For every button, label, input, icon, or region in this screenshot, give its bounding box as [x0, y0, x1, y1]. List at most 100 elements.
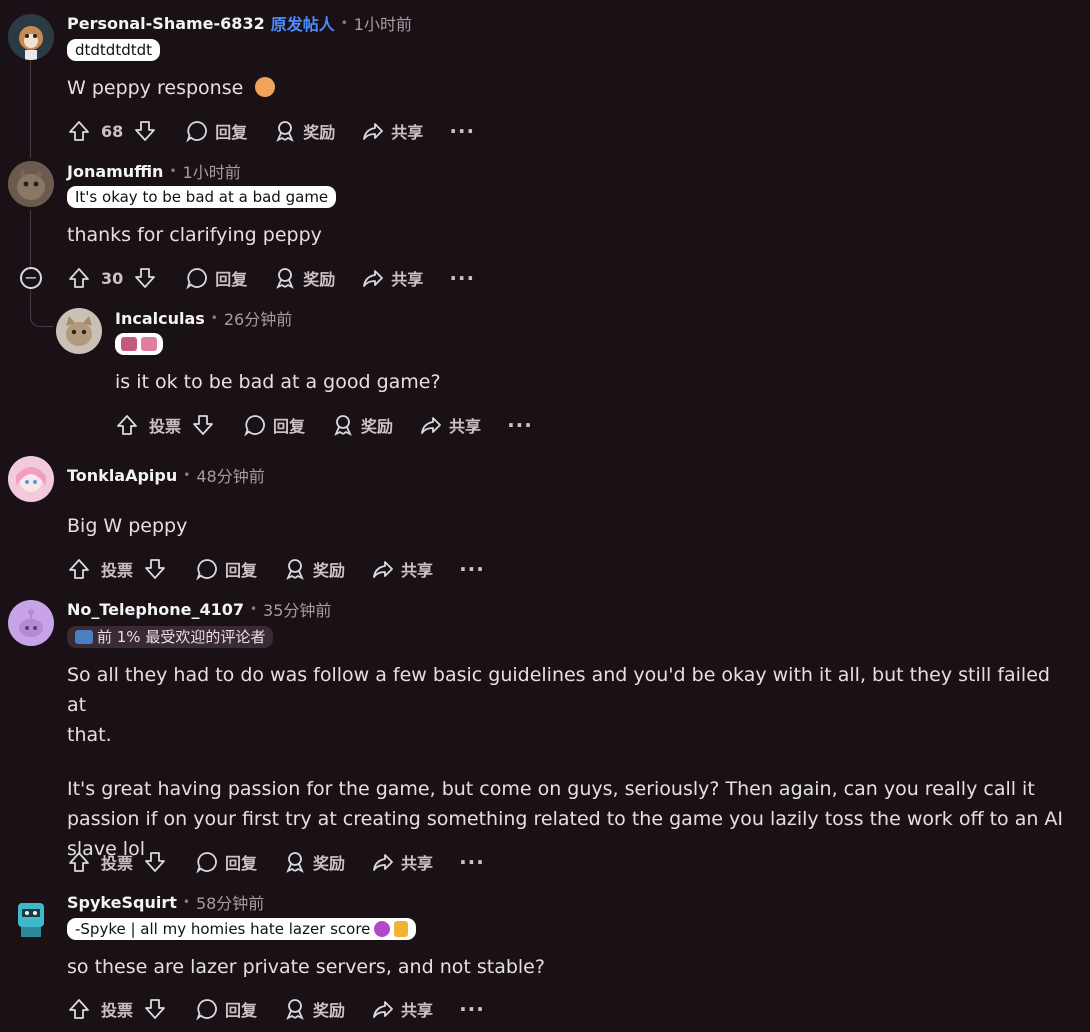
vote-label: 投票 — [101, 1001, 134, 1020]
award-icon — [276, 121, 295, 142]
award-button[interactable]: 奖励 — [283, 557, 345, 581]
separator-dot: • — [249, 602, 258, 616]
op-label: 原发帖人 — [270, 15, 335, 34]
collapse-thread-button[interactable]: − — [20, 267, 42, 289]
vote-group: 投票 — [67, 997, 167, 1021]
author-name[interactable]: Personal-Shame-6832 — [67, 14, 265, 33]
upvote-icon[interactable] — [67, 997, 91, 1021]
share-button[interactable]: 共享 — [371, 557, 433, 581]
comment-text-line: It's great having passion for the game, … — [67, 778, 1035, 800]
separator-dot: • — [183, 468, 191, 482]
downvote-icon[interactable] — [143, 997, 167, 1021]
share-button[interactable]: 共享 — [361, 266, 423, 290]
timestamp[interactable]: 26分钟前 — [224, 306, 292, 330]
timestamp[interactable]: 1小时前 — [183, 159, 241, 183]
timestamp[interactable]: 35分钟前 — [263, 597, 331, 621]
downvote-icon[interactable] — [191, 413, 215, 437]
separator-dot: • — [182, 895, 190, 909]
award-label: 奖励 — [303, 270, 336, 289]
comment-actions: 投票 回复 奖励 共享 ··· — [67, 847, 485, 877]
more-options-icon[interactable]: ··· — [449, 119, 475, 143]
reply-label: 回复 — [225, 1001, 258, 1020]
reply-button[interactable]: 回复 — [243, 413, 305, 437]
award-button[interactable]: 奖励 — [273, 266, 335, 290]
comment-actions: 68 回复 奖励 共享 ··· — [67, 116, 475, 146]
flair-text: 前 1% 最受欢迎的评论者 — [97, 628, 266, 646]
reply-button[interactable]: 回复 — [195, 850, 257, 874]
user-flair: 前 1% 最受欢迎的评论者 — [67, 626, 274, 648]
more-options-icon[interactable]: ··· — [449, 266, 475, 290]
award-button[interactable]: 奖励 — [273, 119, 335, 143]
comment-text: Big W peppy — [67, 515, 188, 537]
reply-button[interactable]: 回复 — [195, 997, 257, 1021]
vote-group: 投票 — [67, 557, 167, 581]
avatar[interactable] — [8, 600, 54, 646]
reply-label: 回复 — [215, 270, 248, 289]
comment-text: thanks for clarifying peppy — [67, 224, 322, 246]
avatar[interactable] — [56, 308, 102, 354]
grin-emoji-icon — [374, 921, 391, 937]
timestamp[interactable]: 48分钟前 — [196, 463, 264, 487]
award-button[interactable]: 奖励 — [283, 850, 345, 874]
more-options-icon[interactable]: ··· — [459, 850, 485, 874]
upvote-icon[interactable] — [67, 557, 91, 581]
downvote-icon[interactable] — [143, 850, 167, 874]
share-button[interactable]: 共享 — [371, 850, 433, 874]
user-flair: dtdtdtdtdt — [67, 39, 161, 61]
reply-label: 回复 — [215, 123, 248, 142]
share-icon — [373, 854, 393, 871]
upvote-icon[interactable] — [67, 850, 91, 874]
share-icon — [373, 1001, 393, 1018]
comment-bubble-icon — [186, 121, 208, 143]
user-flair: It's okay to be bad at a bad game — [67, 186, 337, 208]
downvote-icon[interactable] — [133, 266, 157, 290]
avatar[interactable] — [8, 14, 54, 60]
timestamp[interactable]: 58分钟前 — [196, 890, 264, 914]
reply-button[interactable]: 回复 — [185, 119, 247, 143]
vote-count: 30 — [101, 268, 124, 288]
author-name[interactable]: Jonamuffin — [67, 162, 163, 181]
upvote-icon[interactable] — [115, 413, 139, 437]
vote-label: 投票 — [101, 854, 134, 873]
upvote-icon[interactable] — [67, 119, 91, 143]
award-label: 奖励 — [313, 561, 346, 580]
comment-text-line: passion if on your first try at creating… — [67, 808, 1064, 830]
share-icon — [363, 123, 384, 140]
share-label: 共享 — [391, 123, 424, 142]
award-icon — [276, 268, 295, 289]
avatar[interactable] — [8, 893, 54, 939]
share-label: 共享 — [391, 270, 424, 289]
upvote-icon[interactable] — [67, 266, 91, 290]
reply-button[interactable]: 回复 — [185, 266, 247, 290]
share-label: 共享 — [401, 854, 434, 873]
avatar[interactable] — [8, 161, 54, 207]
author-name[interactable]: No_Telephone_4107 — [67, 600, 244, 619]
share-icon — [373, 561, 393, 578]
thumbs-up-icon — [394, 921, 409, 937]
downvote-icon[interactable] — [143, 557, 167, 581]
share-button[interactable]: 共享 — [371, 997, 433, 1021]
downvote-icon[interactable] — [133, 119, 157, 143]
more-options-icon[interactable]: ··· — [459, 997, 485, 1021]
award-button[interactable]: 奖励 — [331, 413, 393, 437]
share-label: 共享 — [401, 1001, 434, 1020]
flair-emoji-icon — [141, 337, 157, 351]
timestamp[interactable]: 1小时前 — [354, 11, 412, 35]
share-icon — [363, 270, 384, 287]
comment-bubble-icon — [196, 559, 217, 581]
author-name[interactable]: Incalculas — [115, 309, 205, 328]
more-options-icon[interactable]: ··· — [459, 557, 485, 581]
share-button[interactable]: 共享 — [361, 119, 423, 143]
comment-bubble-icon — [244, 415, 265, 437]
author-name[interactable]: SpykeSquirt — [67, 893, 177, 912]
reply-button[interactable]: 回复 — [195, 557, 257, 581]
award-button[interactable]: 奖励 — [283, 997, 345, 1021]
flair-emoji-icon — [121, 337, 137, 351]
avatar[interactable] — [8, 456, 54, 502]
author-name[interactable]: TonklaApipu — [67, 466, 177, 485]
award-icon — [286, 999, 304, 1020]
comment-body: So all they had to do was follow a few b… — [67, 660, 1067, 864]
comment-actions: 投票 回复 奖励 共享 ··· — [67, 994, 485, 1024]
more-options-icon[interactable]: ··· — [507, 413, 533, 437]
share-button[interactable]: 共享 — [419, 413, 481, 437]
